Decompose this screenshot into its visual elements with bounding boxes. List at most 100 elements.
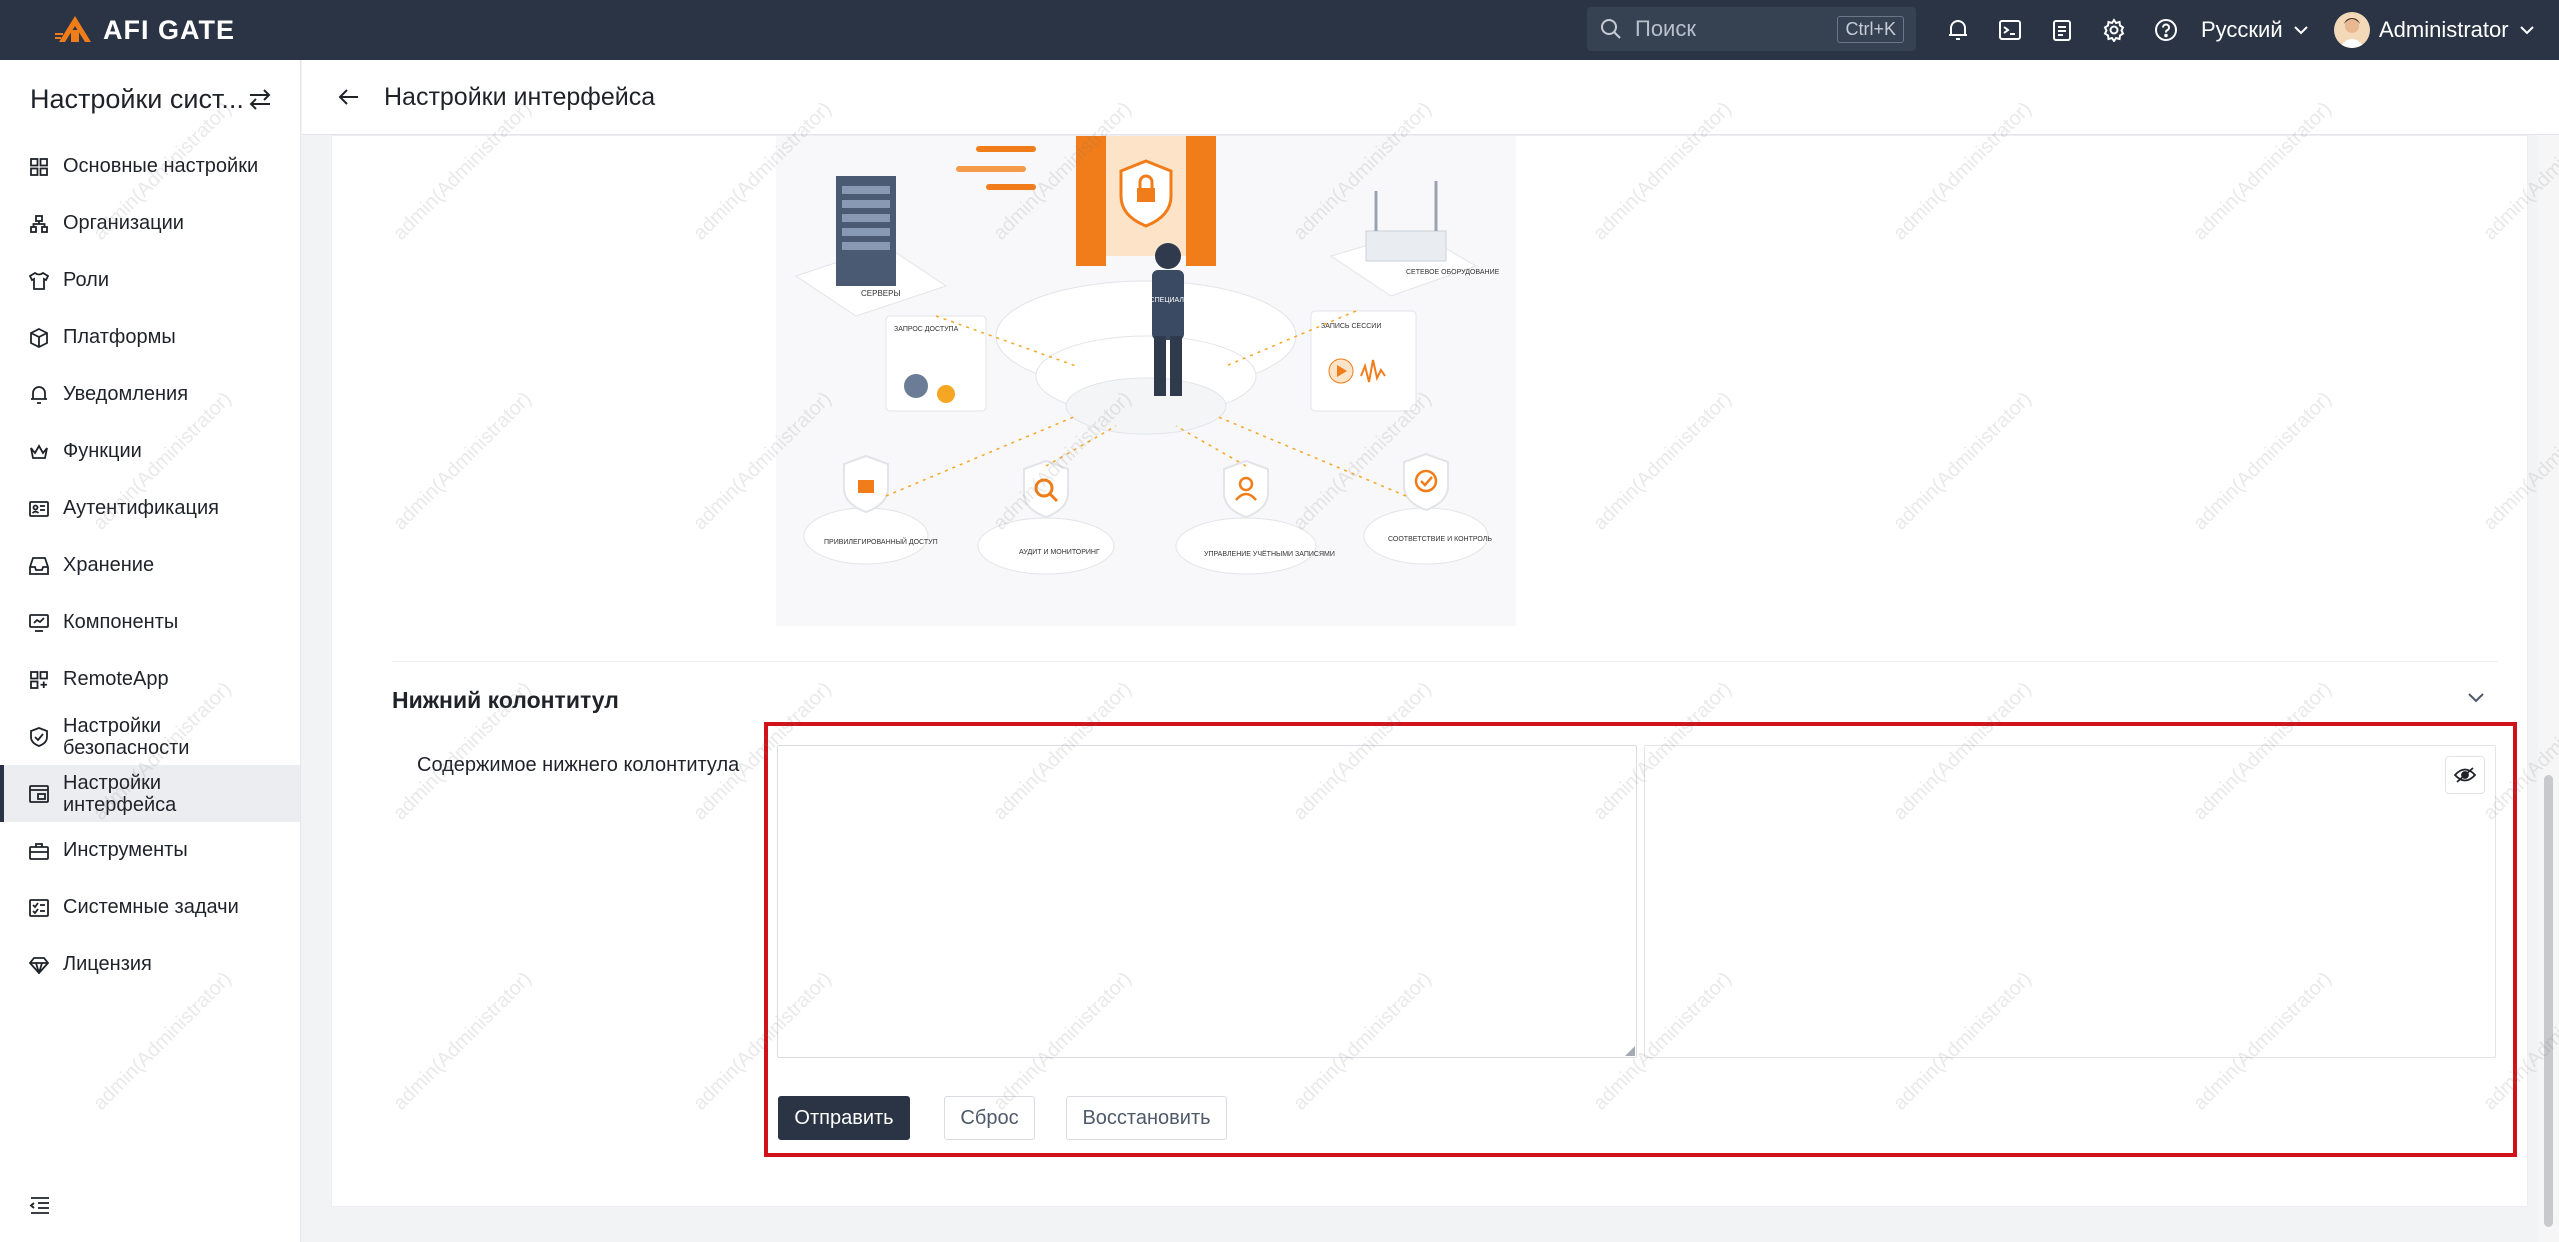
back-button[interactable] [338,88,360,106]
page-title: Настройки интерфейса [384,82,656,111]
afi-gate-logo-icon [55,16,91,42]
sidebar-item-label: Настройки интерфейса [63,771,177,816]
specialist-label: ИТ-СПЕЦИАЛИСТ [1138,297,1199,304]
sidebar-item-components[interactable]: Компоненты [0,594,300,651]
brand-name: AFI GATE [103,14,235,45]
language-label: Русский [2201,17,2283,42]
language-selector[interactable]: Русский [2201,0,2309,60]
servers-label: СЕРВЕРЫ [861,289,901,298]
avatar [2334,12,2370,48]
menu-collapse-icon [29,1197,49,1214]
sidebar-item-label: Основные настройки [63,155,259,177]
top-bar: AFI GATE Поиск Ctrl+K Русский Administra… [0,0,2559,60]
sidebar-item-label: Хранение [63,554,155,576]
collapse-section-button[interactable] [2467,690,2485,708]
privileged-label: ПРИВИЛЕГИРОВАННЫЙ ДОСТУП [824,537,938,546]
sidebar-item-label: Роли [63,269,109,291]
sidebar-item-label: Компоненты [63,611,179,633]
sidebar-item-organizations[interactable]: Организации [0,195,300,252]
access-request-label: ЗАПРОС ДОСТУПА [894,326,959,333]
reset-button[interactable]: Сброс [944,1096,1035,1140]
sidebar-item-roles[interactable]: Роли [0,252,300,309]
restore-button[interactable]: Восстановить [1066,1096,1227,1140]
org-tree-icon [29,214,49,234]
resize-handle-icon[interactable] [1623,1044,1635,1056]
sidebar-item-label: Инструменты [63,839,188,861]
diamond-icon [29,955,49,975]
search-placeholder: Поиск [1635,16,1696,41]
scrollbar-thumb[interactable] [2544,775,2553,1227]
help-button[interactable] [2140,0,2192,60]
sidebar: Настройки сист... Основные настройки Орг… [0,60,301,1242]
shield-icon [29,726,49,747]
clipboard-icon [2053,20,2071,41]
collapse-sidebar-button[interactable] [29,1195,51,1220]
bell-icon [1949,20,1967,40]
eye-off-icon [2454,767,2476,783]
user-menu[interactable]: Administrator [2334,0,2535,60]
toggle-preview-button[interactable] [2445,756,2485,794]
login-illustration: ИТ-СПЕЦИАЛИСТ СЕРВЕРЫ СЕТЕВОЕ ОБОРУДОВАН… [776,136,1516,626]
settings-button[interactable] [2088,0,2140,60]
sidebar-item-label: Уведомления [63,383,189,405]
sidebar-item-label: Лицензия [63,953,152,975]
sidebar-item-label: Системные задачи [63,896,239,918]
gear-icon [2103,18,2125,42]
network-label: СЕТЕВОЕ ОБОРУДОВАНИЕ [1406,269,1500,276]
sidebar-item-authentication[interactable]: Аутентификация [0,480,300,537]
content-card: ИТ-СПЕЦИАЛИСТ СЕРВЕРЫ СЕТЕВОЕ ОБОРУДОВАН… [331,135,2528,1207]
sidebar-item-security-settings[interactable]: Настройки безопасности [0,708,300,765]
sidebar-item-interface-settings[interactable]: Настройки интерфейса [0,765,300,822]
apps-icon [29,670,49,690]
sidebar-item-label: Функции [63,440,142,462]
tasks-button[interactable] [2036,0,2088,60]
page-scrollbar[interactable] [2538,135,2559,1242]
cube-icon [29,327,49,348]
switch-arrows-icon[interactable] [248,88,272,110]
footer-content-label: Содержимое нижнего колонтитула [417,754,740,776]
terminal-button[interactable] [1984,0,2036,60]
arrow-left-icon [338,89,358,105]
bell-icon [29,385,49,405]
crown-icon [29,442,49,462]
sidebar-item-basic-settings[interactable]: Основные настройки [0,138,300,195]
accounts-label: УПРАВЛЕНИЕ УЧЁТНЫМИ ЗАПИСЯМИ [1204,550,1335,558]
submit-button[interactable]: Отправить [778,1096,910,1140]
sidebar-item-license[interactable]: Лицензия [0,936,300,993]
footer-content-editor[interactable] [777,745,1637,1058]
sidebar-item-functions[interactable]: Функции [0,423,300,480]
sidebar-header: Настройки сист... [0,60,300,138]
monitor-icon [29,613,49,633]
brand-logo[interactable]: AFI GATE [55,12,235,48]
footer-section-title: Нижний колонтитул [392,687,619,713]
sidebar-item-label: Аутентификация [63,497,219,519]
audit-label: АУДИТ И МОНИТОРИНГ [1019,549,1100,556]
sidebar-item-label: Организации [63,212,184,234]
sidebar-item-storage[interactable]: Хранение [0,537,300,594]
sidebar-item-remoteapp[interactable]: RemoteApp [0,651,300,708]
sidebar-item-label: Настройки безопасности [63,714,190,759]
window-icon [29,784,49,804]
grid-icon [29,157,49,177]
sidebar-title: Настройки сист... [30,83,244,114]
username: Administrator [2379,17,2509,42]
terminal-icon [1999,20,2021,40]
footer-preview-panel [1644,745,2496,1058]
sidebar-item-tools[interactable]: Инструменты [0,822,300,879]
sidebar-item-label: RemoteApp [63,668,169,690]
sidebar-item-platforms[interactable]: Платформы [0,309,300,366]
task-list-icon [29,898,49,918]
sidebar-item-notifications[interactable]: Уведомления [0,366,300,423]
session-record-label: ЗАПИСЬ СЕССИИ [1321,323,1381,330]
briefcase-icon [29,841,49,861]
compliance-label: СООТВЕТСТВИЕ И КОНТРОЛЬ [1388,536,1492,543]
help-icon [2155,19,2177,41]
notifications-button[interactable] [1932,0,1984,60]
chevron-down-icon [2293,26,2308,35]
chevron-down-icon [2468,693,2484,703]
shirt-icon [29,271,49,291]
search-input[interactable]: Поиск Ctrl+K [1587,7,1916,51]
sidebar-item-system-tasks[interactable]: Системные задачи [0,879,300,936]
sidebar-nav: Основные настройки Организации Роли Плат… [0,138,300,993]
sidebar-item-label: Платформы [63,326,176,348]
